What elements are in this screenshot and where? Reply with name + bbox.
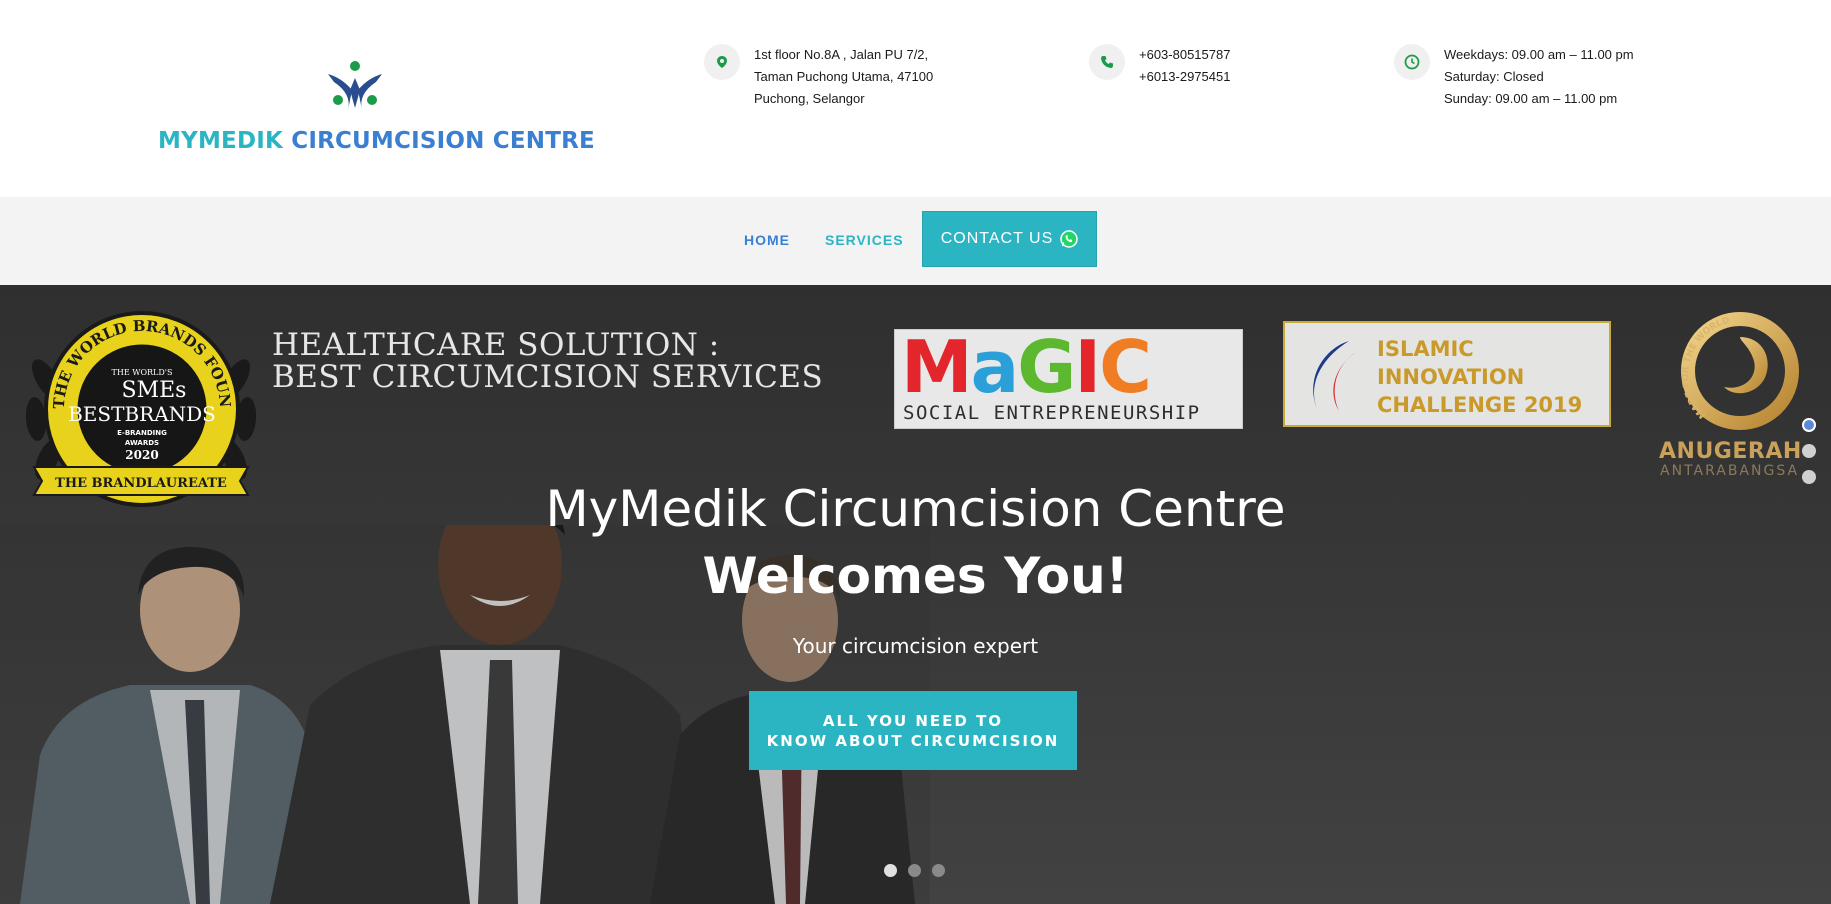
contact-us-label: CONTACT US [940, 230, 1054, 247]
address-info: 1st floor No.8A , Jalan PU 7/2, Taman Pu… [704, 44, 933, 110]
address-lines: 1st floor No.8A , Jalan PU 7/2, Taman Pu… [754, 44, 933, 110]
magic-letters: MaGIC [901, 331, 1152, 403]
nav-home[interactable]: HOME [744, 232, 790, 248]
magic-letter: I [1074, 325, 1101, 409]
magic-letter: C [1099, 325, 1152, 409]
islamic-line: ISLAMIC [1377, 337, 1474, 361]
swoosh-icon [1313, 341, 1355, 411]
side-dot[interactable] [1802, 444, 1816, 458]
main-nav: HOME SERVICES CONTACT US [0, 197, 1831, 285]
magic-letter: a [970, 325, 1020, 409]
hours-info: Weekdays: 09.00 am – 11.00 pm Saturday: … [1394, 44, 1634, 110]
anugerah-sub-text: ANTARABANGSA [1660, 463, 1800, 479]
side-dot[interactable] [1802, 418, 1816, 432]
hero-title-line1: MyMedik Circumcision Centre [545, 480, 1286, 538]
slide-pagination [884, 864, 956, 877]
islamic-line: INNOVATION [1377, 365, 1525, 389]
phone-icon [1089, 44, 1125, 80]
badge-year-text: 2020 [125, 448, 158, 462]
badge-small-text: THE WORLD'S [112, 368, 173, 377]
badge-ebranding-text: E-BRANDING [117, 429, 167, 437]
slide-dot[interactable] [908, 864, 921, 877]
hours-line: Sunday: 09.00 am – 11.00 pm [1444, 91, 1618, 106]
whatsapp-icon [1060, 230, 1079, 248]
islamic-text: ISLAMIC INNOVATION CHALLENGE 2019 [1377, 335, 1582, 419]
magic-letter: M [901, 325, 973, 409]
hero-title-line2: Welcomes You! [702, 547, 1129, 605]
logo-word-circumcision-centre: CIRCUMCISION CENTRE [291, 128, 595, 154]
clock-icon [1394, 44, 1430, 80]
magic-letter: G [1017, 325, 1076, 409]
islamic-innovation-logo: ISLAMIC INNOVATION CHALLENGE 2019 [1283, 321, 1611, 427]
know-about-circumcision-button[interactable]: ALL YOU NEED TO KNOW ABOUT CIRCUMCISION [749, 691, 1077, 770]
healthcare-line2: BEST CIRCUMCISION SERVICES [272, 359, 824, 395]
location-pin-icon [704, 44, 740, 80]
site-logo[interactable]: MYMEDIK CIRCUMCISION CENTRE [158, 58, 595, 162]
anugerah-ring-icon: MADE FOR THE WORLD [1681, 312, 1799, 430]
hours-line: Weekdays: 09.00 am – 11.00 pm [1444, 47, 1634, 62]
healthcare-solution-heading: HEALTHCARE SOLUTION : BEST CIRCUMCISION … [272, 329, 823, 393]
phone-number[interactable]: +603-80515787 [1139, 44, 1230, 66]
hero-tagline: Your circumcision expert [792, 634, 1039, 658]
phone-lines: +603-80515787 +6013-2975451 [1139, 44, 1230, 88]
badge-smes-text: SMEs [122, 378, 187, 403]
logo-text: MYMEDIK CIRCUMCISION CENTRE [158, 128, 595, 154]
contact-us-button[interactable]: CONTACT US [922, 211, 1097, 267]
hours-line: Saturday: Closed [1444, 69, 1544, 84]
address-line: Puchong, Selangor [754, 91, 865, 106]
site-header: MYMEDIK CIRCUMCISION CENTRE 1st floor No… [0, 0, 1831, 197]
hours-lines: Weekdays: 09.00 am – 11.00 pm Saturday: … [1444, 44, 1634, 110]
badge-bestbrands-text: BESTBRANDS [68, 402, 216, 426]
nav-services[interactable]: SERVICES [825, 232, 904, 248]
logo-word-mymedik: MYMEDIK [158, 128, 284, 154]
healthcare-line1: HEALTHCARE SOLUTION : [272, 327, 720, 363]
cta-line2: KNOW ABOUT CIRCUMCISION [766, 731, 1060, 750]
phone-info: +603-80515787 +6013-2975451 [1089, 44, 1230, 88]
magic-subtitle: SOCIAL ENTREPRENEURSHIP [903, 402, 1201, 424]
phone-number[interactable]: +6013-2975451 [1139, 66, 1230, 88]
magic-logo: MaGIC SOCIAL ENTREPRENEURSHIP [894, 329, 1243, 429]
slide-dot[interactable] [884, 864, 897, 877]
islamic-line: CHALLENGE 2019 [1377, 393, 1583, 417]
badge-awards-text: AWARDS [125, 439, 159, 447]
slide-dot[interactable] [932, 864, 945, 877]
address-line: Taman Puchong Utama, 47100 [754, 69, 934, 84]
hero-slider: THE WORLD BRANDS FOUNDATION THE WORLD'S … [0, 285, 1831, 904]
cta-line1: ALL YOU NEED TO [822, 711, 1004, 730]
anugerah-main-text: ANUGERAH [1659, 439, 1802, 464]
address-line: 1st floor No.8A , Jalan PU 7/2, [754, 47, 929, 62]
logo-mark-icon [328, 61, 382, 110]
